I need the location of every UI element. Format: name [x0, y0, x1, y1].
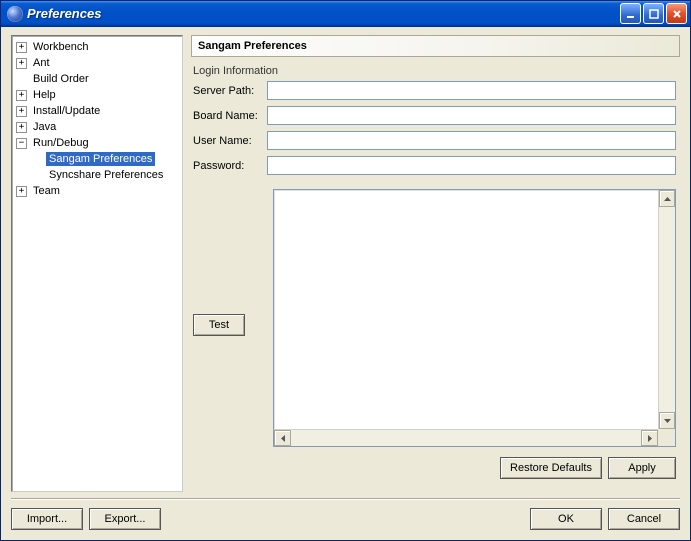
panel-title: Sangam Preferences: [191, 35, 680, 57]
tree-item-workbench[interactable]: +Workbench: [12, 39, 182, 55]
eclipse-icon: [7, 6, 23, 22]
tree-item-build-order[interactable]: Build Order: [12, 71, 182, 87]
expand-icon[interactable]: +: [16, 186, 27, 197]
collapse-icon[interactable]: −: [16, 138, 27, 149]
tree-item-syncshare-preferences[interactable]: Syncshare Preferences: [12, 167, 182, 183]
horizontal-scrollbar[interactable]: [274, 429, 675, 446]
export-button[interactable]: Export...: [89, 508, 161, 530]
ok-button[interactable]: OK: [530, 508, 602, 530]
tree-item-ant[interactable]: +Ant: [12, 55, 182, 71]
maximize-button[interactable]: [643, 3, 664, 24]
tree-item-sangam-preferences[interactable]: Sangam Preferences: [12, 151, 182, 167]
tree-item-java[interactable]: +Java: [12, 119, 182, 135]
scroll-left-icon[interactable]: [274, 430, 291, 446]
server-path-label: Server Path:: [193, 85, 267, 97]
scroll-up-icon[interactable]: [659, 190, 675, 207]
titlebar[interactable]: Preferences: [1, 1, 690, 27]
scroll-corner: [658, 429, 675, 446]
content-area: +Workbench +Ant Build Order +Help +Insta…: [1, 27, 690, 540]
password-label: Password:: [193, 160, 267, 172]
apply-button[interactable]: Apply: [608, 457, 676, 479]
board-name-input[interactable]: [267, 106, 676, 125]
vertical-scrollbar[interactable]: [658, 190, 675, 429]
tree-item-install-update[interactable]: +Install/Update: [12, 103, 182, 119]
expand-icon[interactable]: +: [16, 122, 27, 133]
window-title: Preferences: [27, 6, 620, 21]
password-input[interactable]: [267, 156, 676, 175]
restore-defaults-button[interactable]: Restore Defaults: [500, 457, 602, 479]
preferences-detail-panel: Sangam Preferences Login Information Ser…: [191, 35, 680, 492]
scroll-right-icon[interactable]: [641, 430, 658, 446]
tree-item-help[interactable]: +Help: [12, 87, 182, 103]
user-name-label: User Name:: [193, 135, 267, 147]
user-name-input[interactable]: [267, 131, 676, 150]
close-button[interactable]: [666, 3, 687, 24]
import-button[interactable]: Import...: [11, 508, 83, 530]
expand-icon[interactable]: +: [16, 106, 27, 117]
cancel-button[interactable]: Cancel: [608, 508, 680, 530]
preferences-tree[interactable]: +Workbench +Ant Build Order +Help +Insta…: [11, 35, 183, 492]
expand-icon[interactable]: +: [16, 90, 27, 101]
preferences-window: Preferences +Workbench +Ant Build Order …: [0, 0, 691, 541]
separator: [11, 498, 680, 500]
board-name-label: Board Name:: [193, 110, 267, 122]
expand-icon[interactable]: +: [16, 58, 27, 69]
output-text-area[interactable]: [273, 189, 676, 447]
test-button[interactable]: Test: [193, 314, 245, 336]
scroll-down-icon[interactable]: [659, 412, 675, 429]
tree-item-team[interactable]: +Team: [12, 183, 182, 199]
login-info-label: Login Information: [193, 65, 676, 77]
minimize-button[interactable]: [620, 3, 641, 24]
expand-icon[interactable]: +: [16, 42, 27, 53]
tree-item-run-debug[interactable]: −Run/Debug: [12, 135, 182, 151]
server-path-input[interactable]: [267, 81, 676, 100]
